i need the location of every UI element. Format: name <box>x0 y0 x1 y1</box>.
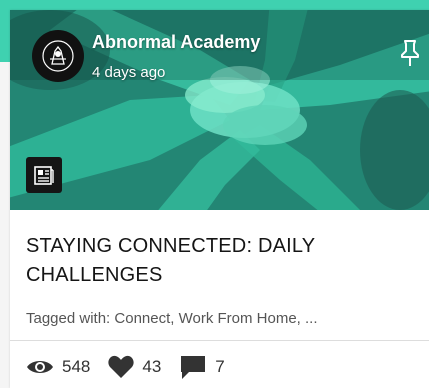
views-count: 548 <box>62 357 91 376</box>
pin-icon[interactable] <box>399 38 421 68</box>
likes-count: 43 <box>142 357 162 376</box>
post-time: 4 days ago <box>92 64 166 81</box>
post-type-badge <box>26 157 62 193</box>
post-title[interactable]: STAYING CONNECTED: DAILY CHALLENGES <box>26 232 416 290</box>
heart-icon[interactable] <box>108 355 134 379</box>
document-icon <box>34 166 54 185</box>
author-avatar[interactable] <box>32 30 84 82</box>
academy-logo-icon <box>42 40 74 72</box>
comments-stat[interactable]: 7 <box>179 354 225 380</box>
card-divider <box>10 340 429 341</box>
likes-stat[interactable]: 43 <box>108 355 161 379</box>
author-name[interactable]: Abnormal Academy <box>92 32 260 53</box>
views-stat: 548 <box>26 357 90 377</box>
post-hero-image[interactable]: Abnormal Academy 4 days ago <box>10 10 429 210</box>
post-stats: 548 43 7 <box>26 354 243 380</box>
post-tags[interactable]: Tagged with: Connect, Work From Home, ..… <box>26 310 418 327</box>
page: Abnormal Academy 4 days ago STAYING CONN… <box>0 0 429 388</box>
comments-count: 7 <box>215 357 225 376</box>
eye-icon <box>27 361 53 373</box>
post-card[interactable]: Abnormal Academy 4 days ago STAYING CONN… <box>10 10 429 388</box>
comment-icon[interactable] <box>179 354 207 380</box>
